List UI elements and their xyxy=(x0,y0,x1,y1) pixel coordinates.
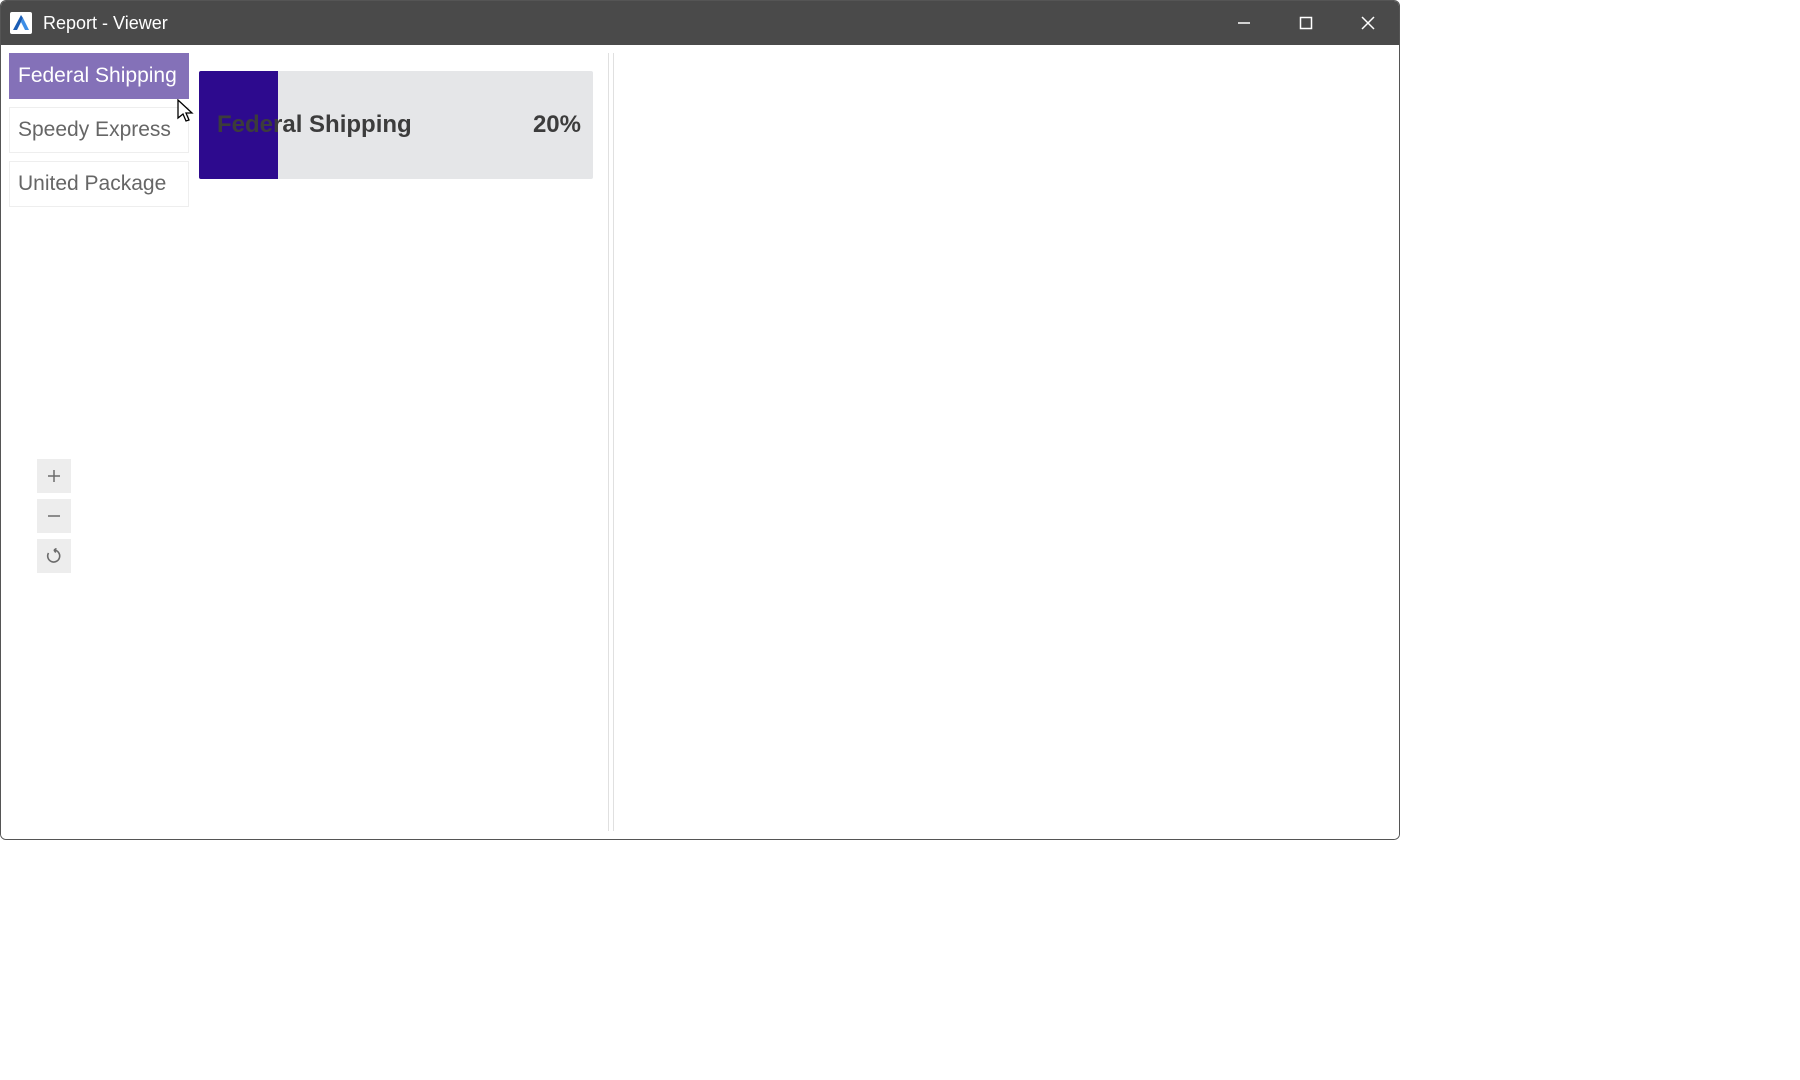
window-controls xyxy=(1213,1,1399,45)
zoom-toolbar xyxy=(37,459,71,573)
top-row: Federal Shipping Speedy Express United P… xyxy=(9,53,605,207)
left-pane: Federal Shipping Speedy Express United P… xyxy=(9,53,605,831)
refresh-button[interactable] xyxy=(37,539,71,573)
plus-icon xyxy=(46,468,62,484)
refresh-icon xyxy=(46,548,62,564)
sidebar-item-speedy-express[interactable]: Speedy Express xyxy=(9,107,189,153)
close-button[interactable] xyxy=(1337,1,1399,45)
titlebar: Report - Viewer xyxy=(1,1,1399,45)
progress-label: Federal Shipping xyxy=(217,111,412,139)
progress-card: Federal Shipping 20% xyxy=(199,71,593,179)
sidebar-item-label: United Package xyxy=(18,172,166,195)
zoom-in-button[interactable] xyxy=(37,459,71,493)
content-area: Federal Shipping Speedy Express United P… xyxy=(1,45,1399,839)
app-icon xyxy=(9,11,33,35)
sidebar-list: Federal Shipping Speedy Express United P… xyxy=(9,53,189,207)
sidebar-item-united-package[interactable]: United Package xyxy=(9,161,189,207)
minimize-button[interactable] xyxy=(1213,1,1275,45)
maximize-button[interactable] xyxy=(1275,1,1337,45)
right-pane xyxy=(613,53,1391,831)
sidebar-item-label: Federal Shipping xyxy=(18,64,177,87)
app-window: Report - Viewer Federal Shipping Spe xyxy=(0,0,1400,840)
window-title: Report - Viewer xyxy=(43,13,168,34)
progress-value: 20% xyxy=(533,111,581,139)
pane-divider[interactable] xyxy=(608,53,609,831)
sidebar-item-label: Speedy Express xyxy=(18,118,171,141)
minus-icon xyxy=(46,508,62,524)
zoom-out-button[interactable] xyxy=(37,499,71,533)
sidebar-item-federal-shipping[interactable]: Federal Shipping xyxy=(9,53,189,99)
